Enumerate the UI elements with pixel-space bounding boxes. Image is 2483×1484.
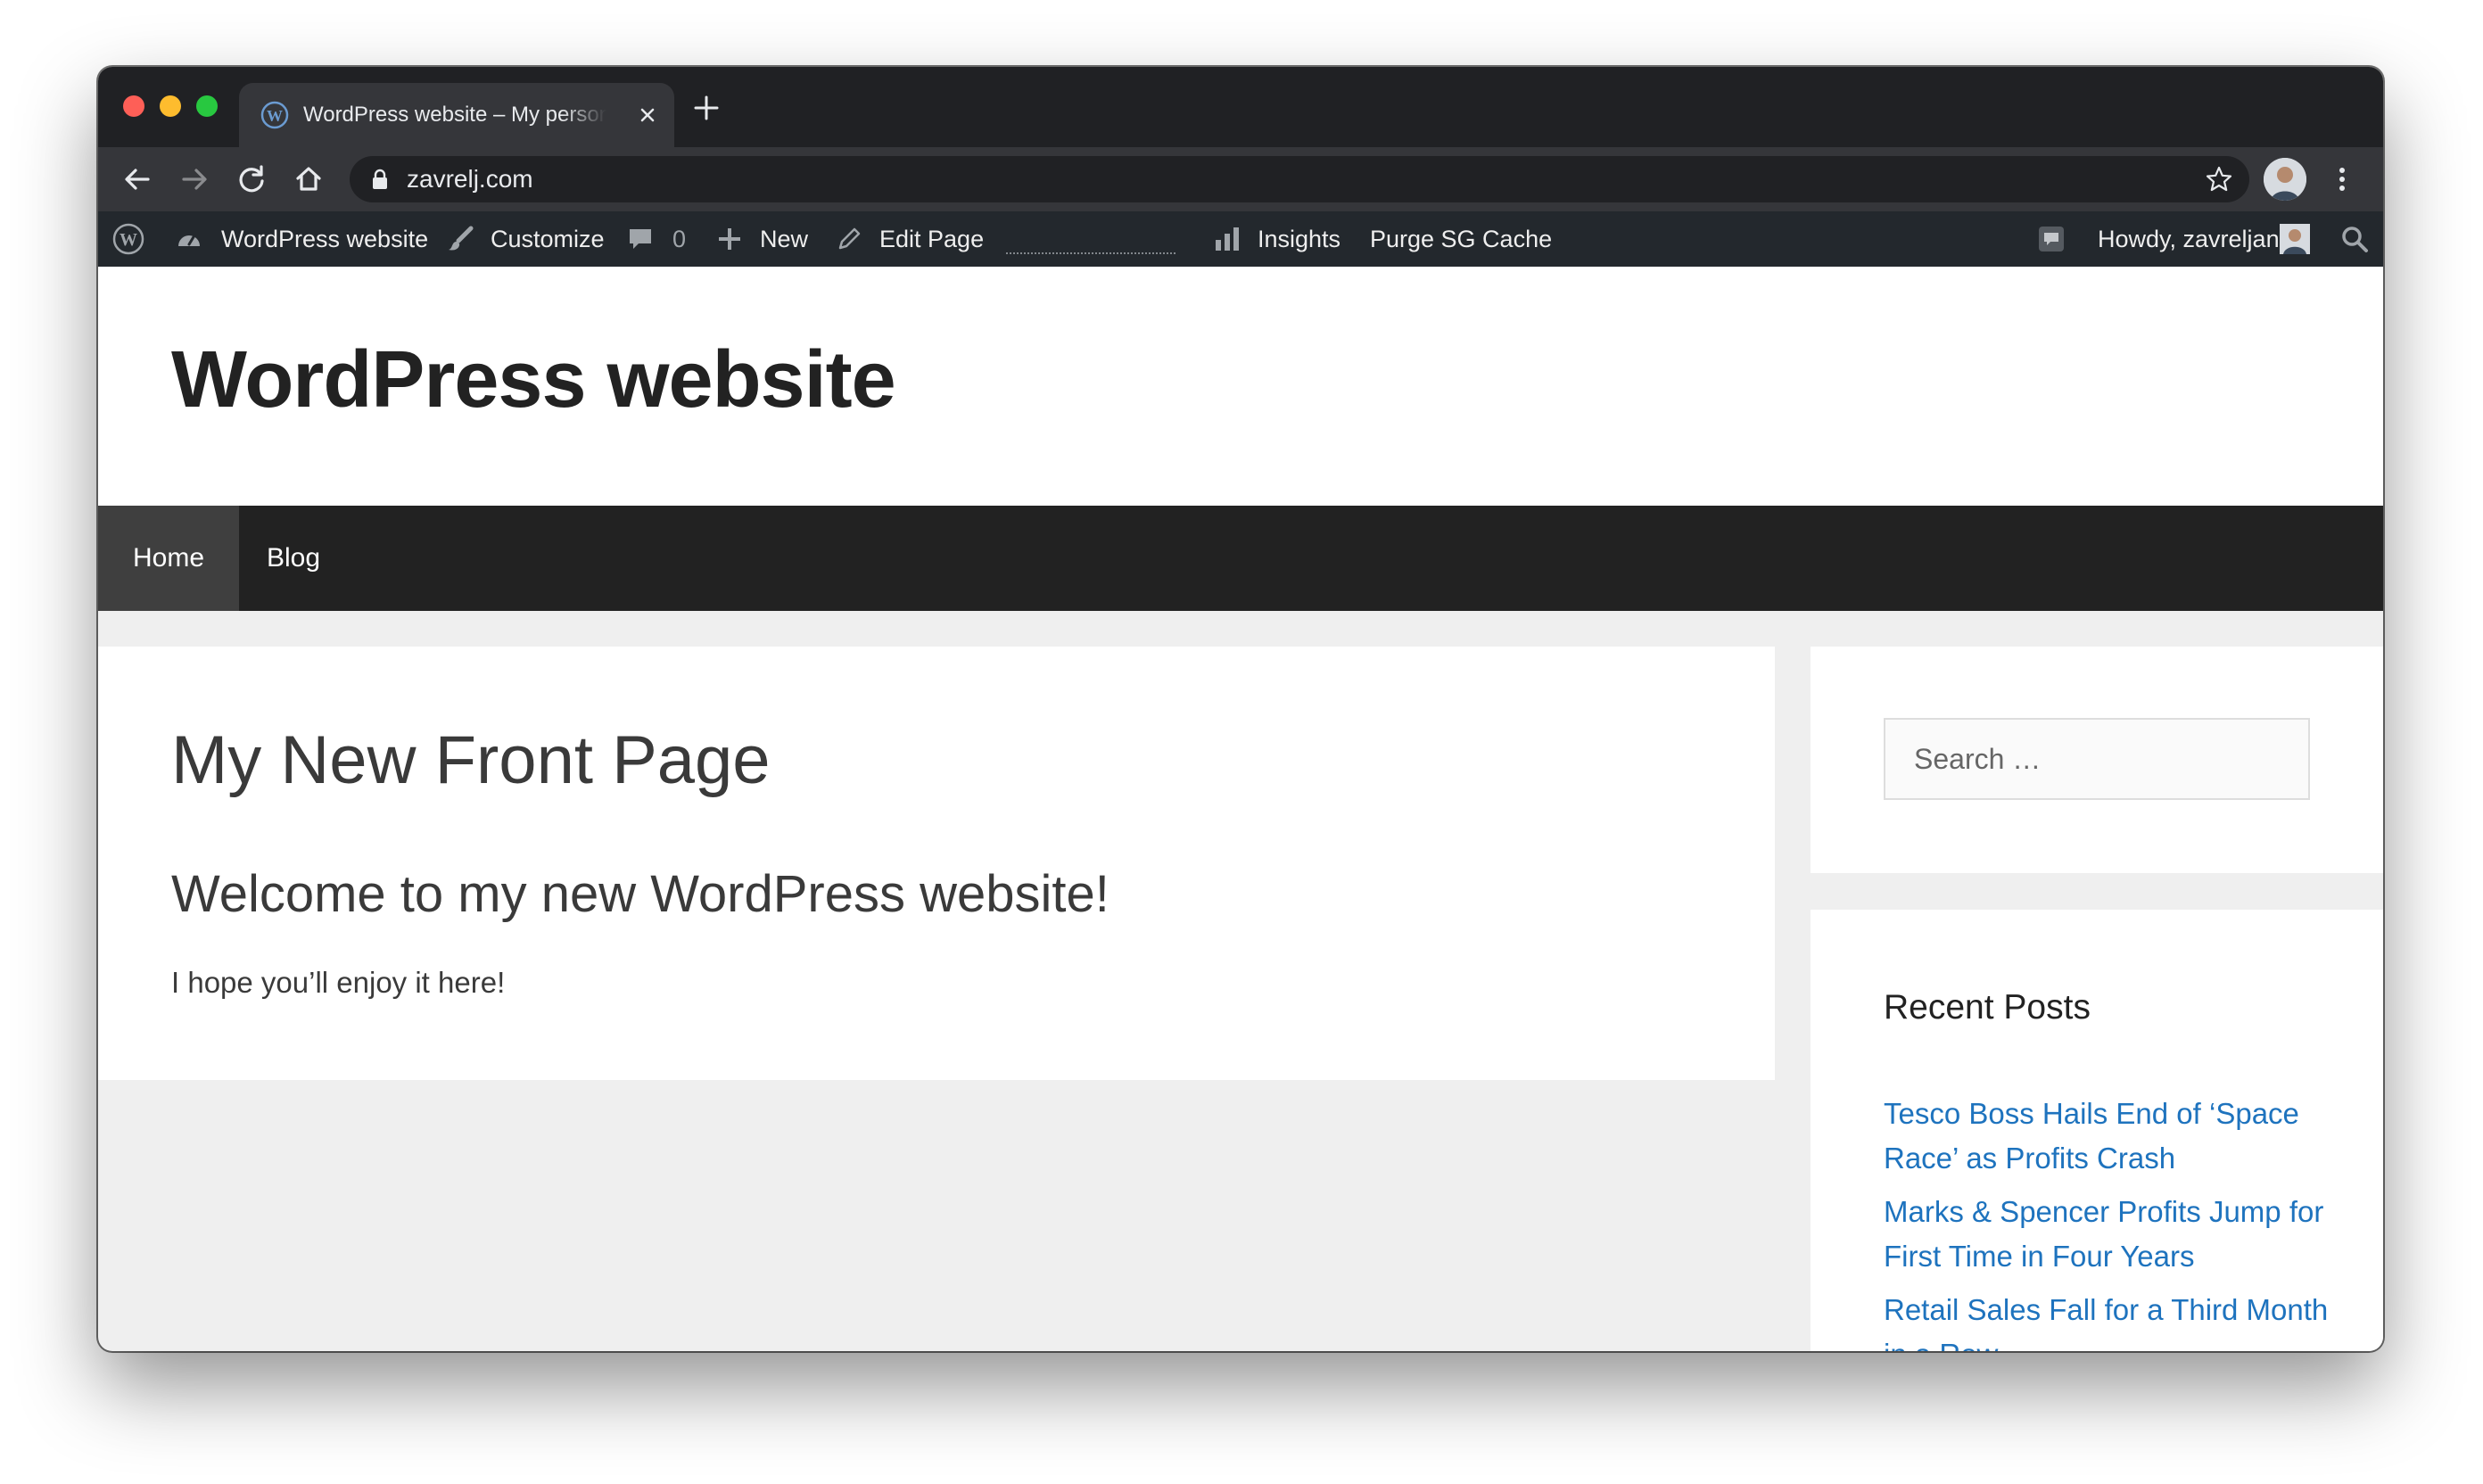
browser-toolbar: zavrelj.com — [98, 147, 2383, 211]
new-tab-icon[interactable] — [690, 92, 722, 124]
recent-posts-list: Tesco Boss Hails End of ‘Space Race’ as … — [1884, 1092, 2330, 1351]
wp-admin-bar: W WordPress website Customize 0 New Edit… — [98, 211, 2383, 267]
primary-navigation: Home Blog — [98, 506, 2383, 611]
brush-icon — [449, 226, 474, 251]
maximize-window-button[interactable] — [196, 95, 218, 117]
avatar-icon — [2264, 158, 2306, 201]
list-item: Tesco Boss Hails End of ‘Space Race’ as … — [1884, 1092, 2330, 1181]
comment-icon — [630, 229, 651, 249]
notification-icon[interactable] — [2037, 225, 2066, 253]
admin-bar-placeholder — [1006, 252, 1176, 254]
admin-bar-howdy[interactable]: Howdy, zavreljan — [2098, 211, 2280, 267]
admin-bar-insights[interactable]: Insights — [1258, 211, 1340, 267]
browser-tab[interactable]: W WordPress website – My personal websit… — [239, 83, 674, 147]
recent-posts-heading: Recent Posts — [1884, 988, 2091, 1026]
profile-avatar[interactable] — [2264, 158, 2306, 201]
dashboard-icon — [178, 234, 200, 246]
tab-strip: W WordPress website – My personal websit… — [98, 67, 2383, 147]
recent-post-link[interactable]: Tesco Boss Hails End of ‘Space Race’ as … — [1884, 1097, 2299, 1175]
minimize-window-button[interactable] — [160, 95, 181, 117]
user-avatar-icon[interactable] — [2280, 224, 2310, 254]
svg-text:W: W — [120, 230, 137, 250]
browser-menu-icon[interactable] — [2337, 161, 2347, 197]
admin-bar-site-name[interactable]: WordPress website — [221, 211, 428, 267]
back-icon[interactable] — [120, 161, 155, 197]
forward-icon[interactable] — [177, 161, 212, 197]
bar-chart-icon — [1216, 227, 1239, 251]
url-text: zavrelj.com — [407, 165, 533, 193]
wordpress-logo-icon[interactable]: W — [112, 223, 144, 255]
nav-item-blog[interactable]: Blog — [239, 506, 348, 611]
address-bar[interactable]: zavrelj.com — [350, 156, 2249, 202]
admin-bar-comments-count[interactable]: 0 — [672, 211, 686, 267]
wordpress-icon: W — [260, 101, 289, 129]
list-item: Marks & Spencer Profits Jump for First T… — [1884, 1190, 2330, 1279]
page-text: I hope you’ll enjoy it here! — [171, 966, 506, 999]
browser-window: W WordPress website – My personal websit… — [98, 67, 2383, 1351]
search-widget — [1811, 647, 2383, 873]
close-tab-icon[interactable] — [635, 103, 660, 128]
page-title: My New Front Page — [171, 722, 771, 798]
search-input[interactable] — [1884, 718, 2310, 800]
recent-post-link[interactable]: Retail Sales Fall for a Third Month in a… — [1884, 1293, 2328, 1351]
recent-posts-widget: Recent Posts Tesco Boss Hails End of ‘Sp… — [1811, 910, 2383, 1351]
recent-post-link[interactable]: Marks & Spencer Profits Jump for First T… — [1884, 1195, 2323, 1273]
reload-icon[interactable] — [234, 161, 269, 197]
close-window-button[interactable] — [123, 95, 144, 117]
search-icon[interactable] — [2340, 225, 2369, 253]
page-subtitle: Welcome to my new WordPress website! — [171, 865, 1110, 923]
admin-bar-purge-cache[interactable]: Purge SG Cache — [1370, 211, 1552, 267]
site-title[interactable]: WordPress website — [171, 334, 896, 426]
pencil-icon — [838, 227, 861, 250]
home-icon[interactable] — [291, 161, 326, 197]
admin-bar-edit-page[interactable]: Edit Page — [879, 211, 984, 267]
admin-bar-new[interactable]: New — [760, 211, 808, 267]
svg-text:W: W — [267, 107, 283, 125]
site-header: WordPress website — [98, 267, 2383, 506]
tab-title: WordPress website – My personal website — [303, 103, 606, 127]
nav-item-home[interactable]: Home — [98, 506, 239, 611]
list-item: Retail Sales Fall for a Third Month in a… — [1884, 1288, 2330, 1351]
main-content: My New Front Page Welcome to my new Word… — [98, 647, 1775, 1080]
bookmark-star-icon[interactable] — [2205, 165, 2233, 194]
admin-bar-customize[interactable]: Customize — [491, 211, 605, 267]
lock-icon — [373, 169, 387, 189]
plus-icon — [719, 228, 740, 250]
